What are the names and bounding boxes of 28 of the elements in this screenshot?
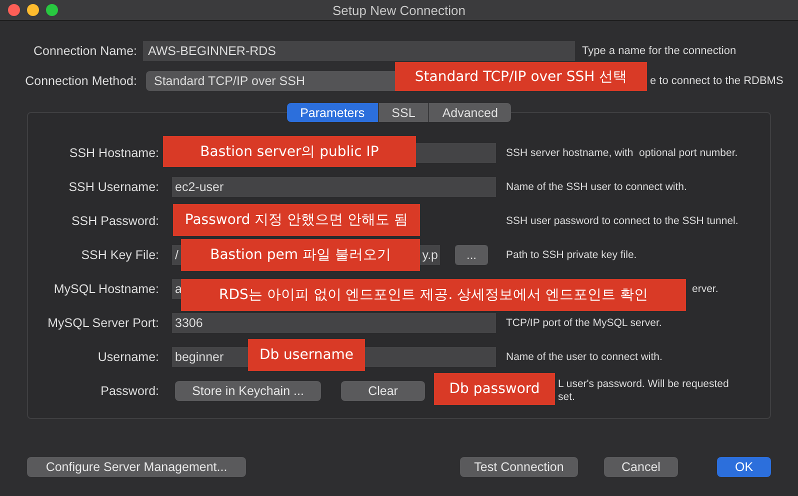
help-text: Type a name for the connection	[582, 45, 736, 57]
help-text: TCP/IP port of the MySQL server.	[506, 316, 662, 330]
help-text: erver.	[692, 282, 718, 296]
field-label: MySQL Hostname:	[52, 282, 159, 296]
field-label: Username:	[96, 350, 159, 364]
field-label: SSH Hostname:	[68, 146, 159, 160]
field-label: MySQL Server Port:	[46, 316, 159, 330]
annotation-tooltip: Db password	[434, 373, 555, 405]
annotation-tooltip: Bastion server의 public IP	[163, 136, 416, 167]
window-title: Setup New Connection	[332, 2, 466, 18]
annotation-tooltip: Standard TCP/IP over SSH 선택	[395, 62, 647, 91]
field-label: SSH Password:	[70, 214, 159, 228]
field-label: SSH Key File:	[80, 248, 159, 262]
help-text: SSH server hostname, with optional port number.	[506, 146, 738, 160]
annotation-tooltip: Db username	[248, 339, 365, 371]
help-text: Path to SSH private key file.	[506, 248, 637, 262]
annotation-tooltip: Bastion pem 파일 불러오기	[181, 239, 420, 271]
help-text: Name of the SSH user to connect with.	[506, 180, 687, 194]
field-label: Connection Method:	[24, 74, 137, 88]
help-text: L user's password. Will be requested set.	[558, 378, 729, 404]
annotation-tooltip: Password 지정 안했으면 안해도 됨	[173, 204, 420, 236]
field-label: Connection Name:	[32, 44, 137, 58]
help-text: e to connect to the RDBMS	[650, 75, 784, 87]
help-text: SSH user password to connect to the SSH tunnel.	[506, 214, 738, 228]
field-label: SSH Username:	[68, 180, 159, 194]
annotation-tooltip: RDS는 아이피 없이 엔드포인트 제공. 상세정보에서 엔드포인트 확인	[181, 279, 686, 311]
field-label: Password:	[100, 384, 159, 398]
help-text: Name of the user to connect with.	[506, 350, 662, 364]
